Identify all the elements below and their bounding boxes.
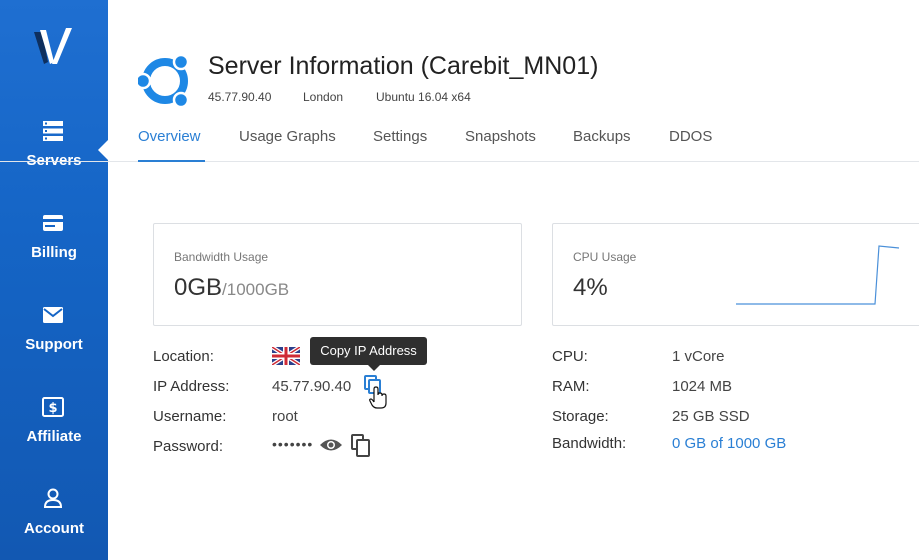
password-value: ••••••• bbox=[272, 436, 314, 452]
user-icon bbox=[43, 488, 63, 508]
tab-snapshots[interactable]: Snapshots bbox=[465, 128, 536, 162]
show-password-eye-icon[interactable] bbox=[319, 437, 343, 453]
sidebar-item-support[interactable]: Support bbox=[0, 302, 108, 394]
username-value: root bbox=[272, 408, 298, 425]
bandwidth-used: 0GB bbox=[174, 274, 223, 301]
cpu-sparkline bbox=[736, 245, 900, 305]
sidebar-item-billing[interactable]: Billing bbox=[0, 210, 108, 302]
server-location: London bbox=[303, 90, 344, 104]
bandwidth-usage-value: 0GB/1000GB bbox=[174, 274, 289, 302]
copy-ip-tooltip: Copy IP Address bbox=[310, 337, 427, 371]
ram-value: 1024 MB bbox=[672, 378, 733, 395]
cpu-usage-value: 4% bbox=[573, 274, 608, 301]
storage-value: 25 GB SSD bbox=[672, 408, 750, 425]
credit-card-icon bbox=[43, 215, 63, 231]
cpu-value: 1 vCore bbox=[672, 348, 725, 365]
bandwidth-value-link[interactable]: 0 GB of 1000 GB bbox=[672, 435, 786, 452]
page-title: Server Information (Carebit_MN01) bbox=[208, 52, 599, 80]
server-os: Ubuntu 16.04 x64 bbox=[376, 90, 471, 104]
sidebar-item-label: Affiliate bbox=[26, 428, 82, 445]
tab-ddos[interactable]: DDOS bbox=[669, 128, 712, 162]
tab-bar: Overview Usage Graphs Settings Snapshots… bbox=[0, 128, 919, 162]
bandwidth-usage-label: Bandwidth Usage bbox=[174, 250, 269, 264]
dollar-icon: $ bbox=[42, 397, 64, 417]
sidebar-item-label: Account bbox=[24, 520, 84, 537]
cpu-label: CPU: bbox=[552, 348, 588, 365]
storage-label: Storage: bbox=[552, 408, 609, 425]
tab-overview[interactable]: Overview bbox=[138, 128, 205, 162]
ubuntu-logo-icon bbox=[138, 54, 190, 108]
ram-label: RAM: bbox=[552, 378, 590, 395]
bandwidth-label: Bandwidth: bbox=[552, 435, 627, 452]
tab-usage-graphs[interactable]: Usage Graphs bbox=[239, 128, 336, 162]
location-label: Location: bbox=[153, 348, 214, 365]
cpu-usage-label: CPU Usage bbox=[573, 250, 637, 264]
sidebar-item-account[interactable]: Account bbox=[0, 486, 108, 560]
tab-backups[interactable]: Backups bbox=[573, 128, 631, 162]
copy-password-icon[interactable] bbox=[350, 434, 372, 458]
sidebar: Servers Billing Support $ Affiliate Acco… bbox=[0, 0, 108, 560]
sidebar-item-label: Support bbox=[25, 336, 83, 353]
sidebar-item-affiliate[interactable]: $ Affiliate bbox=[0, 394, 108, 486]
svg-text:$: $ bbox=[48, 401, 57, 416]
envelope-icon bbox=[43, 307, 63, 323]
ip-address-value: 45.77.90.40 bbox=[272, 378, 352, 395]
copy-ip-icon[interactable] bbox=[363, 375, 393, 409]
sidebar-item-label: Billing bbox=[31, 244, 77, 261]
username-label: Username: bbox=[153, 408, 227, 425]
bandwidth-usage-card: Bandwidth Usage 0GB/1000GB bbox=[153, 223, 522, 326]
ip-address-label: IP Address: bbox=[153, 378, 230, 395]
password-label: Password: bbox=[153, 438, 224, 455]
server-ip: 45.77.90.40 bbox=[208, 90, 272, 104]
uk-flag-icon bbox=[272, 347, 300, 365]
cpu-usage-card: CPU Usage 4% bbox=[552, 223, 919, 326]
vultr-logo-icon[interactable] bbox=[30, 24, 78, 68]
bandwidth-limit: /1000GB bbox=[222, 280, 290, 299]
tab-settings[interactable]: Settings bbox=[373, 128, 427, 162]
